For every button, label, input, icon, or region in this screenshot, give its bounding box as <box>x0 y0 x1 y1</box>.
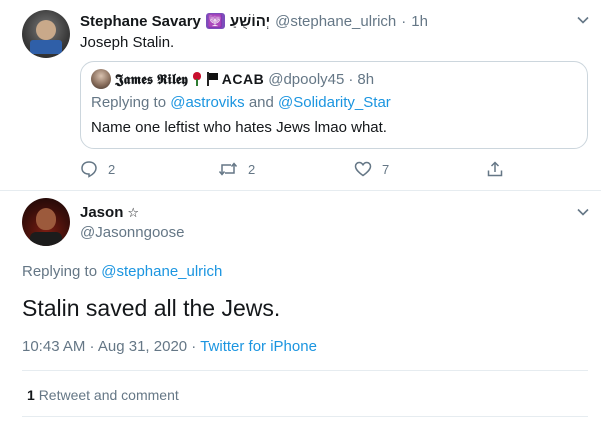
quoted-tweet-text: Name one leftist who hates Jews lmao wha… <box>91 119 387 136</box>
menorah-emoji: 🕎 <box>205 13 225 29</box>
main-tweet-text: Stalin saved all the Jews. <box>22 295 281 321</box>
author-handle[interactable]: @stephane_ulrich <box>275 13 396 30</box>
replying-prefix: Replying to <box>22 263 98 280</box>
author-name[interactable]: Stephane Savary <box>80 13 201 30</box>
parent-tweet-text: Joseph Stalin. <box>80 34 175 51</box>
black-flag-icon <box>206 72 218 86</box>
quoted-replying-to: Replying to @astroviks and @Solidarity_S… <box>91 94 391 111</box>
retweet-stat-count: 1 <box>27 387 35 403</box>
tweet-source[interactable]: Twitter for iPhone <box>200 338 317 355</box>
quoted-author-name: 𝕵𝖆𝖒𝖊𝖘 𝕽𝖎𝖑𝖊𝖞 <box>115 70 188 87</box>
like-count: 7 <box>382 161 390 177</box>
replying-and: and <box>248 94 274 111</box>
chevron-down-icon[interactable] <box>576 205 590 219</box>
quoted-tweet-header: 𝕵𝖆𝖒𝖊𝖘 𝕽𝖎𝖑𝖊𝖞 ACAB @dpooly45 · 8h <box>91 69 374 89</box>
divider <box>22 370 588 371</box>
parent-tweet-header: Stephane Savary 🕎 יְהוֹשֻׁעַ @stephane_u… <box>80 11 428 31</box>
chevron-down-icon[interactable] <box>576 13 590 27</box>
tweet-timestamp[interactable]: 10:43 AM · Aug 31, 2020 <box>22 338 187 355</box>
mention-stephane-ulrich[interactable]: @stephane_ulrich <box>101 263 222 280</box>
divider <box>0 190 601 191</box>
reply-icon <box>81 161 97 178</box>
tweet-meta: 10:43 AM · Aug 31, 2020 · Twitter for iP… <box>22 338 317 355</box>
mention-astroviks[interactable]: @astroviks <box>170 94 244 111</box>
retweet-stats[interactable]: 1 Retweet and comment <box>27 387 179 403</box>
quoted-separator-dot: · <box>348 70 354 88</box>
divider <box>22 416 588 417</box>
mention-solidarity-star[interactable]: @Solidarity_Star <box>278 94 391 111</box>
main-tweet-header: Jason ☆ <box>80 204 139 221</box>
main-author-handle[interactable]: @Jasonngoose <box>80 224 184 241</box>
meta-separator: · <box>191 338 197 355</box>
main-author-name[interactable]: Jason <box>80 204 123 221</box>
share-icon[interactable] <box>486 160 504 178</box>
tweet-time[interactable]: 1h <box>411 13 428 30</box>
retweet-icon <box>218 162 238 176</box>
quoted-name-suffix: ACAB <box>221 71 265 87</box>
separator-dot: · <box>401 12 407 30</box>
reply-count: 2 <box>108 161 116 177</box>
star-symbol: ☆ <box>127 204 140 220</box>
author-hebrew-name: יְהוֹשֻׁעַ <box>229 12 271 30</box>
avatar-jason[interactable] <box>22 198 70 246</box>
retweet-action[interactable]: 2 <box>218 160 255 178</box>
like-action[interactable]: 7 <box>354 160 389 178</box>
retweet-stat-label: Retweet and comment <box>38 387 179 403</box>
quoted-tweet-time: 8h <box>357 70 375 88</box>
quoted-avatar <box>91 69 111 89</box>
retweet-count: 2 <box>248 161 256 177</box>
replying-prefix: Replying to <box>91 94 167 111</box>
avatar-stephane[interactable] <box>22 10 70 58</box>
heart-icon <box>354 161 372 177</box>
main-replying-to: Replying to @stephane_ulrich <box>22 263 222 280</box>
quoted-author-handle: @dpooly45 <box>268 70 345 88</box>
reply-action[interactable]: 2 <box>80 160 115 178</box>
quoted-tweet[interactable]: 𝕵𝖆𝖒𝖊𝖘 𝕽𝖎𝖑𝖊𝖞 ACAB @dpooly45 · 8h Replying… <box>80 61 588 149</box>
rose-icon <box>192 72 202 86</box>
